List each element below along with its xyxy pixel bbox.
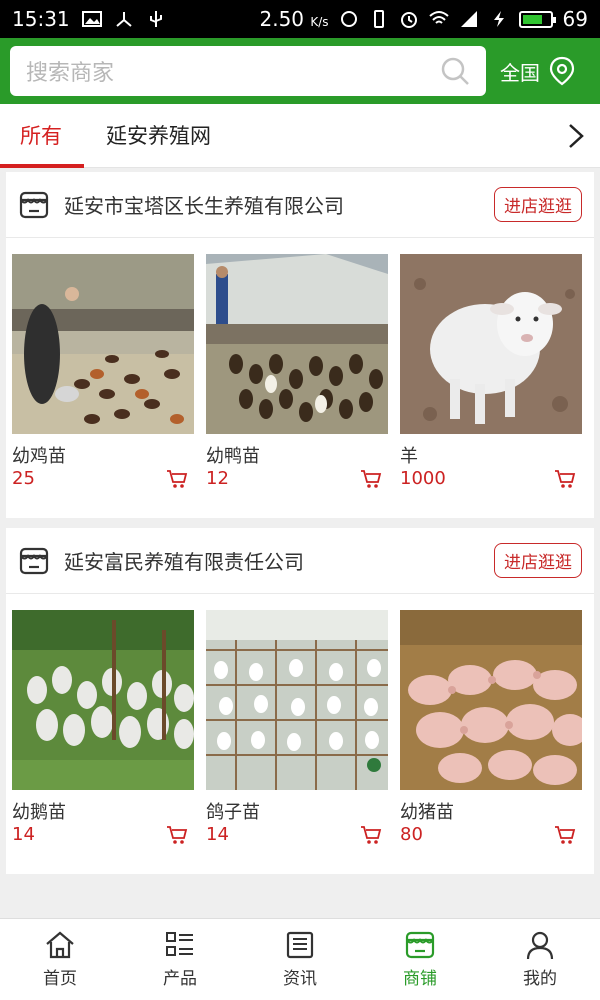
region-selector[interactable]: 全国: [500, 56, 576, 86]
usb-icon: [149, 11, 162, 27]
product-image-piglets[interactable]: [400, 610, 582, 790]
wifi-icon: [428, 11, 449, 24]
cart-icon[interactable]: [554, 825, 576, 845]
product-image-ducklings[interactable]: [206, 254, 388, 434]
product-price: 14: [206, 824, 229, 845]
store-icon: [405, 931, 435, 959]
store-icon: [19, 191, 49, 218]
shop-header[interactable]: 延安市宝塔区长生养殖有限公司 进店逛逛: [6, 172, 594, 238]
nav-products[interactable]: 产品: [120, 919, 240, 1000]
search-placeholder: 搜索商家: [26, 61, 115, 86]
product-list: 幼鸡苗 25 幼鸭苗 12 羊 1000: [6, 238, 594, 489]
active-tab-indicator: [0, 164, 84, 168]
product-name: 幼鸡苗: [12, 446, 66, 467]
shop-card: 延安富民养殖有限责任公司 进店逛逛 幼鹅苗 14 鸽子苗 14 幼猪苗 80: [6, 528, 594, 874]
charging-icon: [493, 11, 504, 27]
nav-label: 资讯: [283, 969, 317, 989]
location-pin-icon: [549, 56, 575, 86]
nav-stores[interactable]: 商铺: [360, 919, 480, 1000]
nav-label: 首页: [43, 969, 77, 989]
cart-icon[interactable]: [360, 825, 382, 845]
product-card[interactable]: 幼鸡苗 25: [12, 254, 194, 489]
tab-yanan-breeding[interactable]: 延安养殖网: [106, 104, 211, 168]
nav-profile[interactable]: 我的: [480, 919, 600, 1000]
signal-icon: [460, 11, 477, 27]
search-header: 搜索商家 全国: [0, 38, 600, 104]
sync-icon: [340, 11, 357, 27]
product-image-chicks[interactable]: [12, 254, 194, 434]
product-image-goslings[interactable]: [12, 610, 194, 790]
shop-header[interactable]: 延安富民养殖有限责任公司 进店逛逛: [6, 528, 594, 594]
search-icon[interactable]: [440, 56, 470, 86]
product-name: 羊: [400, 446, 418, 467]
cart-icon[interactable]: [554, 469, 576, 489]
cart-icon[interactable]: [360, 469, 382, 489]
product-name: 幼鸭苗: [206, 446, 260, 467]
search-input[interactable]: 搜索商家: [10, 46, 486, 96]
product-card[interactable]: 幼鹅苗 14: [12, 610, 194, 845]
tab-all[interactable]: 所有: [20, 104, 62, 168]
news-icon: [286, 931, 314, 959]
share-icon: [115, 12, 132, 27]
nav-news[interactable]: 资讯: [240, 919, 360, 1000]
product-price: 25: [12, 468, 35, 489]
enter-shop-button[interactable]: 进店逛逛: [494, 187, 582, 222]
enter-shop-button[interactable]: 进店逛逛: [494, 543, 582, 578]
clock: 15:31: [12, 7, 70, 31]
cart-icon[interactable]: [166, 469, 188, 489]
shop-card: 延安市宝塔区长生养殖有限公司 进店逛逛 幼鸡苗 25 幼鸭苗 12 羊 1000: [6, 172, 594, 518]
product-card[interactable]: 羊 1000: [400, 254, 582, 489]
network-speed: 2.50 K/s: [259, 7, 329, 31]
product-price: 80: [400, 824, 423, 845]
product-list: 幼鹅苗 14 鸽子苗 14 幼猪苗 80: [6, 594, 594, 845]
cart-icon[interactable]: [166, 825, 188, 845]
alarm-icon: [400, 12, 417, 28]
product-name: 幼猪苗: [400, 802, 454, 823]
nav-label: 产品: [163, 969, 197, 989]
product-price: 12: [206, 468, 229, 489]
bottom-nav: 首页 产品 资讯 商铺 我的: [0, 918, 600, 1000]
vibrate-icon: [373, 10, 384, 28]
product-card[interactable]: 鸽子苗 14: [206, 610, 388, 845]
product-name: 鸽子苗: [206, 802, 260, 823]
product-price: 14: [12, 824, 35, 845]
nav-home[interactable]: 首页: [0, 919, 120, 1000]
status-bar: 15:31 2.50 K/s 69: [0, 0, 600, 38]
product-card[interactable]: 幼猪苗 80: [400, 610, 582, 845]
product-name: 幼鹅苗: [12, 802, 66, 823]
product-card[interactable]: 幼鸭苗 12: [206, 254, 388, 489]
battery-level: 69: [562, 7, 588, 31]
shop-name: 延安富民养殖有限责任公司: [64, 550, 304, 574]
shop-name: 延安市宝塔区长生养殖有限公司: [64, 194, 344, 218]
nav-label: 商铺: [403, 969, 437, 989]
product-image-pigeons[interactable]: [206, 610, 388, 790]
product-price: 1000: [400, 468, 446, 489]
home-icon: [46, 931, 74, 959]
category-tabs: 所有 延安养殖网: [0, 104, 600, 168]
image-icon: [81, 11, 102, 27]
region-label: 全国: [500, 60, 540, 85]
chevron-right-icon[interactable]: [564, 122, 588, 150]
store-icon: [19, 547, 49, 574]
battery-icon: [518, 10, 556, 28]
product-image-lamb[interactable]: [400, 254, 582, 434]
nav-label: 我的: [523, 969, 557, 989]
product-list-icon: [166, 932, 193, 956]
profile-icon: [526, 931, 554, 960]
